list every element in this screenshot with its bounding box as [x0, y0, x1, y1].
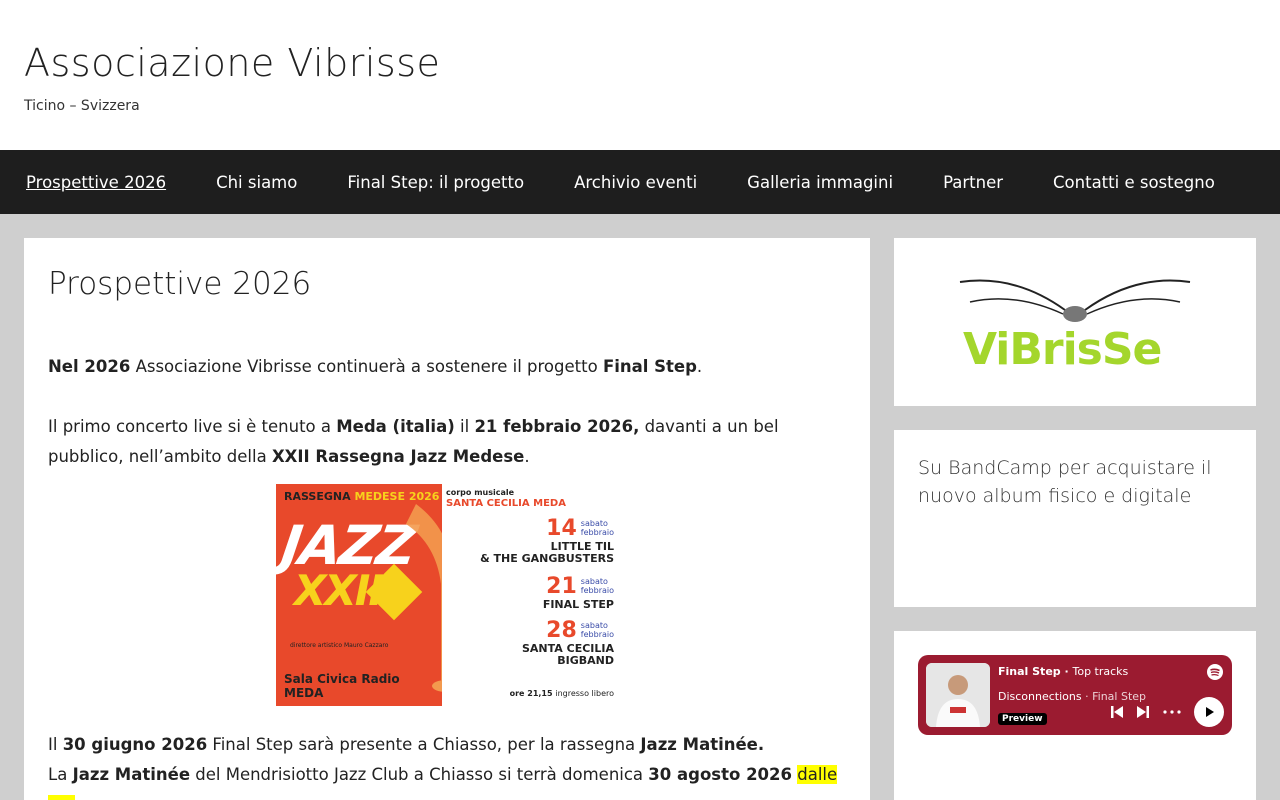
event-dow: sabato — [580, 577, 608, 586]
event-date: sabato febbraio — [581, 519, 614, 537]
album-art[interactable] — [926, 663, 990, 728]
poster-time: ore 21,15 ingresso libero — [510, 689, 614, 698]
paragraph-matinee: La Jazz Matinée del Mendrisiotto Jazz Cl… — [48, 760, 846, 800]
more-options-icon[interactable] — [1162, 705, 1182, 719]
spotify-subtitle: Top tracks — [1072, 665, 1129, 679]
vibrisse-logo-widget[interactable]: ViBrisSe — [894, 238, 1256, 407]
event-dow: sabato — [580, 519, 608, 528]
text: Il primo concerto live si è tenuto a — [48, 417, 337, 436]
play-icon — [1206, 707, 1214, 718]
paragraph-intro: Nel 2026 Associazione Vibrisse continuer… — [48, 352, 846, 382]
main-article: Prospettive 2026 Nel 2026 Associazione V… — [24, 238, 870, 800]
bold-text: Jazz Matinée — [72, 765, 191, 784]
nav-item-partner[interactable]: Partner — [943, 173, 1003, 192]
nav-item-archivio-eventi[interactable]: Archivio eventi — [574, 173, 697, 192]
poster-event-2: 21 sabato febbraio FINAL STEP — [543, 574, 614, 611]
text: del Mendrisiotto Jazz Club a Chiasso si … — [190, 765, 649, 784]
text: . — [524, 447, 530, 466]
previous-track-icon[interactable] — [1110, 705, 1124, 719]
event-poster-image[interactable]: RASSEGNA MEDESE 2026 JAZZ XXII direttore… — [276, 484, 618, 706]
site-title[interactable]: Associazione Vibrisse — [24, 40, 1256, 86]
text: Final Step sarà presente a Chiasso, per … — [207, 735, 641, 754]
bold-text: Meda (italia) — [336, 417, 455, 436]
text: Il — [48, 735, 63, 754]
poster-time-text: ore 21,15 — [509, 689, 553, 698]
poster-xxii-text: XXII — [294, 566, 384, 615]
site-header: Associazione Vibrisse Ticino – Svizzera — [0, 0, 1280, 150]
event-day: 14 — [546, 516, 577, 541]
content-wrapper: Prospettive 2026 Nel 2026 Associazione V… — [0, 214, 1280, 800]
paragraph-first-concert: Il primo concerto live si è tenuto a Med… — [48, 412, 846, 472]
spotify-title[interactable]: Final Step · Top tracks — [998, 665, 1224, 678]
nav-item-chi-siamo[interactable]: Chi siamo — [216, 173, 297, 192]
play-button[interactable] — [1194, 697, 1224, 728]
bold-text: XXII Rassegna Jazz Medese — [271, 447, 525, 466]
text: Associazione Vibrisse continuerà a soste… — [130, 357, 603, 376]
poster-event-3: 28 sabato febbraio SANTA CECILIA BIGBAND — [522, 618, 614, 667]
event-month: febbraio — [580, 528, 614, 537]
nav-item-prospettive-2026[interactable]: Prospettive 2026 — [26, 173, 166, 192]
artist-photo-icon — [926, 663, 990, 728]
text: il — [454, 417, 475, 436]
spotify-embed[interactable]: Final Step · Top tracks Disconnections ·… — [918, 655, 1232, 736]
event-name: & THE GANGBUSTERS — [480, 552, 614, 565]
bold-text: 21 febbraio 2026, — [474, 417, 640, 436]
bold-text: 30 giugno 2026 — [62, 735, 208, 754]
spotify-info: Final Step · Top tracks Disconnections ·… — [998, 663, 1224, 728]
bold-text: Jazz Matinée. — [640, 735, 765, 754]
spotify-controls — [1110, 697, 1224, 728]
main-navigation: Prospettive 2026 Chi siamo Final Step: i… — [0, 150, 1280, 214]
spotify-artist-title: Final Step — [998, 665, 1061, 679]
nav-item-galleria-immagini[interactable]: Galleria immagini — [747, 173, 893, 192]
poster-right-panel: corpo musicale SANTA CECILIA MEDA 14 saba… — [442, 484, 618, 706]
next-track-icon[interactable] — [1136, 705, 1150, 719]
event-date: sabato febbraio — [581, 577, 614, 595]
text: La — [48, 765, 73, 784]
bold-text: Final Step — [602, 357, 697, 376]
track-name: Disconnections — [998, 690, 1082, 704]
bandcamp-text[interactable]: Su BandCamp per acquistare il nuovo albu… — [918, 454, 1232, 510]
event-month: febbraio — [580, 586, 614, 595]
poster-corpo: corpo musicale — [446, 488, 515, 497]
nav-item-final-step[interactable]: Final Step: il progetto — [347, 173, 524, 192]
preview-badge: Preview — [998, 713, 1047, 726]
paragraph-chiasso: Il 30 giugno 2026 Final Step sarà presen… — [48, 730, 846, 760]
event-month: febbraio — [580, 630, 614, 639]
poster-santa: SANTA CECILIA MEDA — [446, 498, 566, 509]
event-name: FINAL STEP — [542, 598, 614, 611]
event-day: 21 — [546, 574, 577, 599]
spotify-logo-icon[interactable] — [1206, 663, 1224, 681]
track-artist-sep: · — [1085, 690, 1089, 704]
site-description: Ticino – Svizzera — [24, 98, 140, 114]
nav-item-contatti-sostegno[interactable]: Contatti e sostegno — [1053, 173, 1215, 192]
event-date: sabato febbraio — [581, 621, 614, 639]
page-title: Prospettive 2026 — [48, 266, 312, 302]
poster-header-text: RASSEGNA — [284, 490, 351, 503]
spotify-widget: Final Step · Top tracks Disconnections ·… — [894, 631, 1256, 800]
bold-text: Nel 2026 — [48, 357, 131, 376]
logo-text: ViBrisSe — [963, 324, 1161, 372]
event-dow: sabato — [580, 621, 608, 630]
vibrisse-logo: ViBrisSe — [959, 279, 1191, 372]
poster-entry: ingresso libero — [555, 689, 614, 698]
sidebar: ViBrisSe Su BandCamp per acquistare il n… — [894, 238, 1256, 800]
text: . — [696, 357, 703, 376]
bandcamp-widget: Su BandCamp per acquistare il nuovo albu… — [894, 430, 1256, 608]
event-day: 28 — [546, 618, 577, 643]
bold-text: 30 agosto 2026 — [648, 765, 792, 784]
poster-header: RASSEGNA MEDESE 2026 — [284, 490, 439, 503]
poster-event-1: 14 sabato febbraio LITTLE TIL & THE GANGBU… — [480, 516, 614, 565]
poster-header-accent: MEDESE 2026 — [354, 490, 440, 503]
event-name: BIGBAND — [557, 654, 614, 667]
poster-director: direttore artistico Mauro Cazzaro — [290, 642, 389, 649]
